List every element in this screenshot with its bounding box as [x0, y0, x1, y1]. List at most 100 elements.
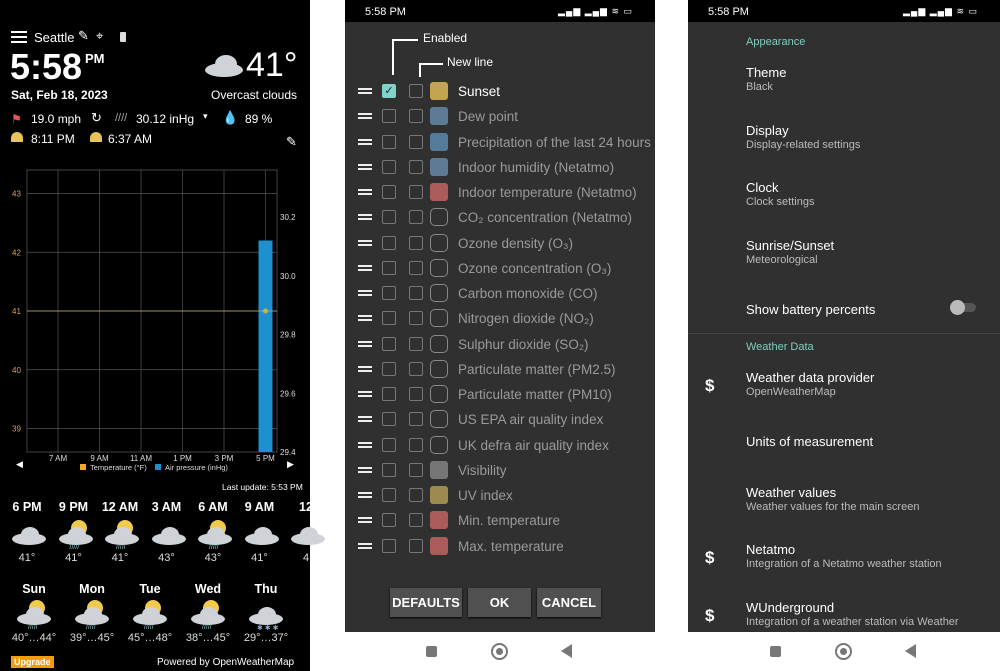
enabled-checkbox[interactable]	[382, 159, 396, 174]
enabled-checkbox[interactable]	[382, 311, 396, 326]
drag-handle-icon[interactable]	[358, 113, 372, 120]
chart-prev-icon[interactable]: ◀	[16, 459, 23, 470]
newline-checkbox[interactable]	[409, 84, 423, 98]
home-icon[interactable]	[835, 643, 852, 660]
newline-checkbox[interactable]	[409, 286, 423, 300]
newline-checkbox[interactable]	[409, 387, 423, 401]
edit-location-icon[interactable]: ✎	[78, 28, 89, 44]
value-label: Indoor temperature (Netatmo)	[458, 185, 637, 200]
x-axis-tick: 1 PM	[173, 454, 192, 463]
enabled-checkbox[interactable]	[382, 260, 396, 275]
drag-handle-icon[interactable]	[358, 163, 372, 170]
enabled-checkbox[interactable]	[382, 513, 396, 528]
clock-time[interactable]: 5:58	[10, 46, 82, 88]
defaults-button[interactable]: DEFAULTS	[390, 588, 462, 617]
drag-handle-icon[interactable]	[358, 517, 372, 524]
drag-handle-icon[interactable]	[358, 466, 372, 473]
drag-handle-icon[interactable]	[358, 441, 372, 448]
newline-checkbox[interactable]	[409, 210, 423, 225]
hourly-time: 9 AM	[244, 500, 275, 514]
back-icon[interactable]	[561, 644, 572, 658]
powered-by[interactable]: Powered by OpenWeatherMap	[157, 657, 294, 668]
cloud-shape	[244, 527, 279, 545]
newline-checkbox[interactable]	[409, 134, 423, 149]
enabled-checkbox[interactable]	[382, 462, 396, 477]
hourly-temp: 41°	[65, 552, 82, 564]
drag-handle-icon[interactable]	[358, 492, 372, 498]
current-temperature[interactable]: 41°	[246, 46, 297, 85]
value-label: Ozone concentration (O₃)	[458, 260, 612, 276]
drag-handle-icon[interactable]	[358, 340, 372, 347]
drag-handle-icon[interactable]	[358, 290, 372, 296]
drag-handle-icon[interactable]	[358, 88, 372, 94]
enabled-checkbox[interactable]	[382, 412, 396, 427]
newline-checkbox[interactable]	[409, 159, 423, 174]
enabled-checkbox[interactable]	[382, 185, 396, 199]
weather-chart[interactable]: 39 40 41 42 43 7 AM 9 AM 11 AM 1 PM 3 PM 5 PM 29.4 2…	[0, 160, 310, 485]
newline-checkbox[interactable]	[409, 412, 423, 427]
enabled-checkbox[interactable]	[382, 488, 396, 502]
newline-checkbox[interactable]	[409, 109, 423, 124]
newline-checkbox[interactable]	[409, 260, 423, 275]
drag-handle-icon[interactable]	[358, 138, 372, 145]
binoculars-icon	[430, 460, 448, 479]
snowflakes: ✱ ✱ ✱	[257, 625, 279, 632]
enabled-checkbox[interactable]	[382, 538, 396, 553]
newline-checkbox[interactable]	[409, 538, 423, 553]
enabled-checkbox[interactable]	[382, 109, 396, 124]
gps-icon[interactable]: ⌖	[96, 28, 103, 44]
drag-handle-icon[interactable]	[358, 365, 372, 372]
pref-title: Units of measurement	[746, 434, 874, 449]
newline-checkbox[interactable]	[409, 185, 423, 199]
newline-checkbox[interactable]	[409, 437, 423, 452]
rain-drops: /////	[202, 624, 212, 631]
legend-pressure-swatch	[155, 464, 161, 470]
drag-handle-icon[interactable]	[358, 239, 372, 246]
location-name[interactable]: Seattle	[34, 30, 74, 45]
pref-title: Weather values	[746, 484, 837, 500]
battery-toggle[interactable]	[950, 300, 976, 315]
enabled-checkbox[interactable]	[382, 361, 396, 376]
newline-checkbox[interactable]	[409, 361, 423, 376]
cancel-button[interactable]: CANCEL	[537, 588, 601, 617]
chart-next-icon[interactable]: ▶	[287, 459, 294, 470]
enabled-checkbox[interactable]	[382, 134, 396, 149]
newline-checkbox[interactable]	[409, 488, 423, 502]
pref-theme[interactable]	[688, 57, 1000, 107]
cloud-part	[84, 607, 102, 622]
newline-checkbox[interactable]	[409, 462, 423, 477]
thermometer-max-icon	[430, 536, 448, 555]
sunset-icon	[11, 132, 23, 142]
edit-values-icon[interactable]: ✎	[286, 134, 297, 150]
drag-handle-icon[interactable]	[358, 416, 372, 423]
home-icon[interactable]	[491, 643, 508, 660]
newline-checkbox[interactable]	[409, 513, 423, 528]
drag-handle-icon[interactable]	[358, 391, 372, 397]
upgrade-button[interactable]: Upgrade	[11, 656, 54, 668]
enabled-checkbox[interactable]	[382, 387, 396, 401]
drag-handle-icon[interactable]	[358, 315, 372, 322]
newline-checkbox[interactable]	[409, 235, 423, 250]
newline-checkbox[interactable]	[409, 311, 423, 326]
enabled-checkbox[interactable]	[382, 235, 396, 250]
ok-button[interactable]: OK	[468, 588, 531, 617]
rain-drops: /////	[116, 544, 126, 551]
drag-handle-icon[interactable]	[358, 264, 372, 271]
enabled-checkbox[interactable]	[382, 286, 396, 300]
menu-icon[interactable]	[11, 31, 27, 43]
recents-icon[interactable]	[426, 646, 437, 657]
pref-clock[interactable]	[688, 172, 1000, 222]
pref-title: Netatmo	[746, 542, 796, 557]
drag-handle-icon[interactable]	[358, 189, 372, 195]
back-icon[interactable]	[905, 644, 916, 658]
recents-icon[interactable]	[770, 646, 781, 657]
drag-handle-icon[interactable]	[358, 542, 372, 549]
enabled-checkbox[interactable]	[382, 336, 396, 351]
pref-sunrise-sunset[interactable]	[688, 230, 1000, 280]
enabled-checkbox[interactable]	[382, 437, 396, 452]
value-label: Nitrogen dioxide (NO₂)	[458, 311, 594, 327]
enabled-checkbox[interactable]: ✓	[382, 84, 396, 98]
enabled-checkbox[interactable]	[382, 210, 396, 225]
drag-handle-icon[interactable]	[358, 214, 372, 221]
newline-checkbox[interactable]	[409, 336, 423, 351]
